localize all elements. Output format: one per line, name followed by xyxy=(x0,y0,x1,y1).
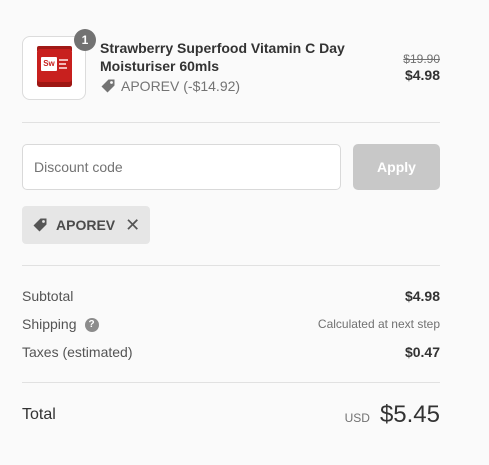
divider xyxy=(22,382,440,383)
product-discount-text: APOREV (-$14.92) xyxy=(121,78,241,94)
taxes-row: Taxes (estimated) $0.47 xyxy=(22,338,440,366)
discount-form: Apply xyxy=(22,144,440,190)
quantity-badge: 1 xyxy=(74,29,96,51)
shipping-row: Shipping? Calculated at next step xyxy=(22,310,440,338)
product-logo: Sw xyxy=(41,57,57,71)
discount-chip-code: APOREV xyxy=(56,217,116,233)
final-price: $4.98 xyxy=(404,67,440,83)
total-label: Total xyxy=(22,406,56,423)
total-row: Total USD $5.45 xyxy=(22,401,440,429)
shipping-value: Calculated at next step xyxy=(317,317,440,331)
tag-icon xyxy=(101,79,115,93)
discount-code-input[interactable] xyxy=(22,144,341,190)
shipping-label-wrap: Shipping? xyxy=(22,315,99,333)
close-icon[interactable]: ✕ xyxy=(125,216,140,234)
apply-button[interactable]: Apply xyxy=(353,144,440,190)
product-title: Strawberry Superfood Vitamin C Day Moist… xyxy=(100,40,345,74)
divider xyxy=(22,122,440,123)
product-discount: APOREV (-$14.92) xyxy=(100,78,370,94)
product-jar-image: Sw xyxy=(37,49,72,87)
discount-chip: APOREV ✕ xyxy=(22,206,151,244)
total-amount: USD $5.45 xyxy=(345,401,440,429)
applied-discounts: APOREV ✕ xyxy=(22,206,440,244)
divider xyxy=(22,265,440,266)
currency-code: USD xyxy=(344,411,370,425)
order-summary: Sw 1 Strawberry Superfood Vitamin C Day … xyxy=(22,29,440,429)
original-price: $19.90 xyxy=(403,52,440,66)
product-info: Strawberry Superfood Vitamin C Day Moist… xyxy=(100,39,370,94)
tag-icon xyxy=(33,218,47,232)
line-item: Sw 1 Strawberry Superfood Vitamin C Day … xyxy=(22,29,440,100)
subtotal-label: Subtotal xyxy=(22,288,74,304)
question-circle-icon[interactable]: ? xyxy=(84,318,99,333)
product-thumbnail: Sw 1 xyxy=(22,29,96,100)
subtotal-value: $4.98 xyxy=(404,288,440,304)
shipping-label: Shipping xyxy=(22,315,77,332)
product-prices: $19.90 $4.98 xyxy=(403,52,440,84)
taxes-value: $0.47 xyxy=(404,344,440,360)
taxes-label: Taxes (estimated) xyxy=(22,344,133,360)
total-value: $5.45 xyxy=(379,401,440,428)
subtotal-row: Subtotal $4.98 xyxy=(22,282,440,310)
totals: Subtotal $4.98 Shipping? Calculated at n… xyxy=(22,282,440,366)
